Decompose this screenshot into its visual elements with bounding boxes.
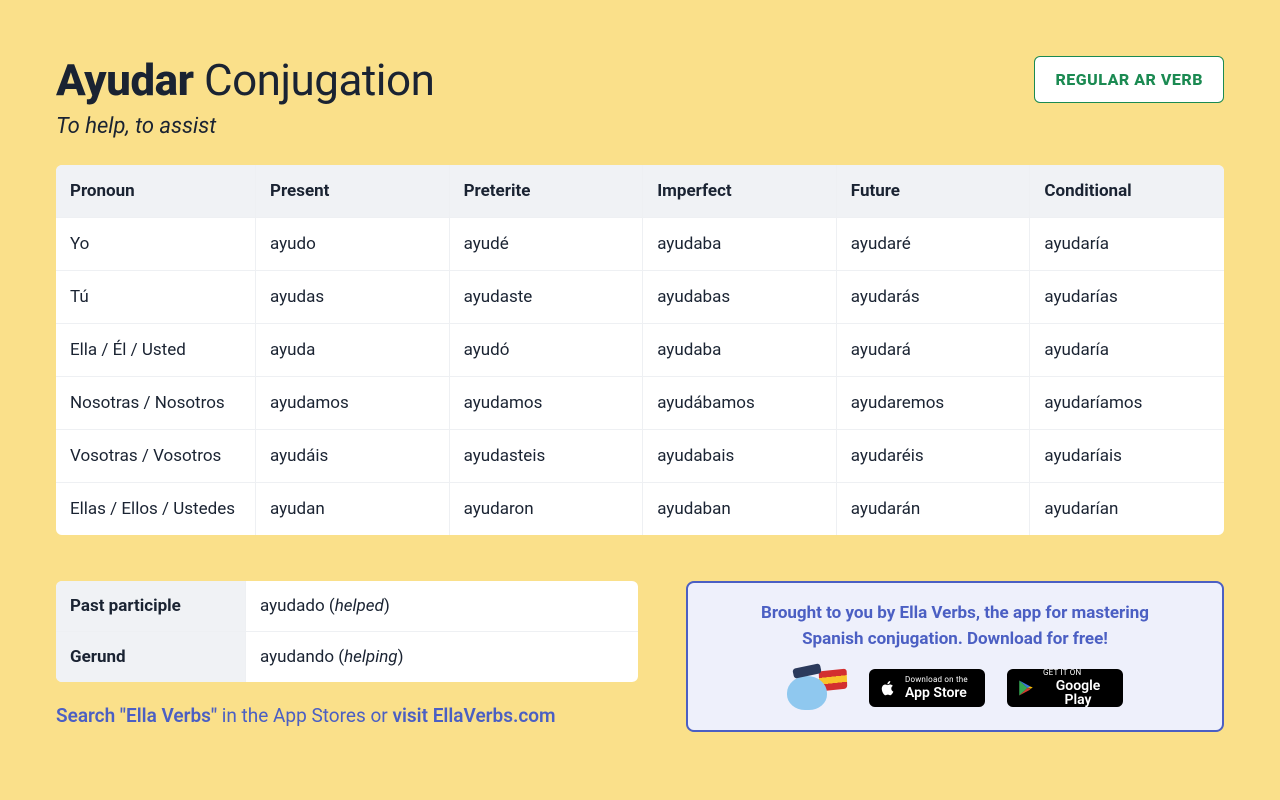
apple-small: Download on the [905, 676, 968, 684]
table-cell: ayudasteis [450, 430, 644, 483]
table-cell: Ellas / Ellos / Ustedes [56, 483, 256, 535]
table-cell: ayudamos [256, 377, 450, 430]
table-cell: ayudábamos [643, 377, 837, 430]
table-cell: ayudabas [643, 271, 837, 324]
table-cell: ayudan [256, 483, 450, 535]
footer-bold-1: Search "Ella Verbs" [56, 704, 217, 727]
table-cell: ayudas [256, 271, 450, 324]
table-cell: ayudarán [837, 483, 1031, 535]
promo-box: Brought to you by Ella Verbs, the app fo… [686, 581, 1224, 732]
table-cell: ayudaríamos [1030, 377, 1224, 430]
table-cell: ayudaba [643, 324, 837, 377]
col-header: Present [256, 165, 450, 218]
apple-icon [879, 679, 897, 697]
table-cell: ayudaré [837, 218, 1031, 271]
promo-line-1: Brought to you by Ella Verbs, the app fo… [761, 603, 1149, 623]
table-cell: Vosotras / Vosotros [56, 430, 256, 483]
table-cell: ayudaréis [837, 430, 1031, 483]
footer-line: Search "Ella Verbs" in the App Stores or… [56, 704, 638, 727]
table-cell: ayudaríais [1030, 430, 1224, 483]
col-header: Conditional [1030, 165, 1224, 218]
table-cell: ayudé [450, 218, 644, 271]
mini-label: Past participle [56, 581, 246, 632]
promo-line-2: Spanish conjugation. Download for free! [802, 629, 1108, 649]
promo-text: Brought to you by Ella Verbs, the app fo… [714, 601, 1196, 652]
table-cell: ayuda [256, 324, 450, 377]
table-cell: Nosotras / Nosotros [56, 377, 256, 430]
mini-value: ayudando (helping) [246, 632, 638, 682]
table-cell: Tú [56, 271, 256, 324]
col-header: Future [837, 165, 1031, 218]
app-store-button[interactable]: Download on the App Store [869, 669, 985, 707]
google-play-icon [1017, 679, 1035, 697]
apple-big: App Store [905, 686, 967, 700]
col-header: Imperfect [643, 165, 837, 218]
table-cell: ayudaría [1030, 218, 1224, 271]
table-cell: ayudarían [1030, 483, 1224, 535]
table-cell: ayudaste [450, 271, 644, 324]
google-small: GET IT ON [1043, 669, 1081, 677]
table-cell: ayudaron [450, 483, 644, 535]
google-play-button[interactable]: GET IT ON Google Play [1007, 669, 1123, 707]
participle-table: Past participleayudado (helped)Gerundayu… [56, 581, 638, 682]
table-cell: Ella / Él / Usted [56, 324, 256, 377]
verb-name: Ayudar [56, 54, 194, 106]
table-cell: Yo [56, 218, 256, 271]
table-cell: ayudaremos [837, 377, 1031, 430]
table-cell: ayudará [837, 324, 1031, 377]
table-cell: ayudaría [1030, 324, 1224, 377]
verb-type-badge: REGULAR AR VERB [1034, 56, 1224, 103]
table-cell: ayudaban [643, 483, 837, 535]
mini-value: ayudado (helped) [246, 581, 638, 632]
footer-mid: in the App Stores or [217, 704, 392, 727]
mascot-icon [787, 666, 847, 710]
conjugation-table: PronounPresentPreteriteImperfectFutureCo… [56, 165, 1224, 535]
page-title: Ayudar Conjugation [56, 56, 434, 104]
table-cell: ayudamos [450, 377, 644, 430]
footer-bold-2: visit EllaVerbs.com [392, 704, 555, 727]
title-rest: Conjugation [204, 54, 434, 106]
table-cell: ayudaba [643, 218, 837, 271]
table-cell: ayudo [256, 218, 450, 271]
table-cell: ayudarías [1030, 271, 1224, 324]
google-big: Google Play [1043, 679, 1113, 707]
col-header: Pronoun [56, 165, 256, 218]
table-cell: ayudabais [643, 430, 837, 483]
mini-label: Gerund [56, 632, 246, 682]
table-cell: ayudáis [256, 430, 450, 483]
verb-translation: To help, to assist [56, 114, 434, 139]
table-cell: ayudó [450, 324, 644, 377]
table-cell: ayudarás [837, 271, 1031, 324]
col-header: Preterite [450, 165, 644, 218]
